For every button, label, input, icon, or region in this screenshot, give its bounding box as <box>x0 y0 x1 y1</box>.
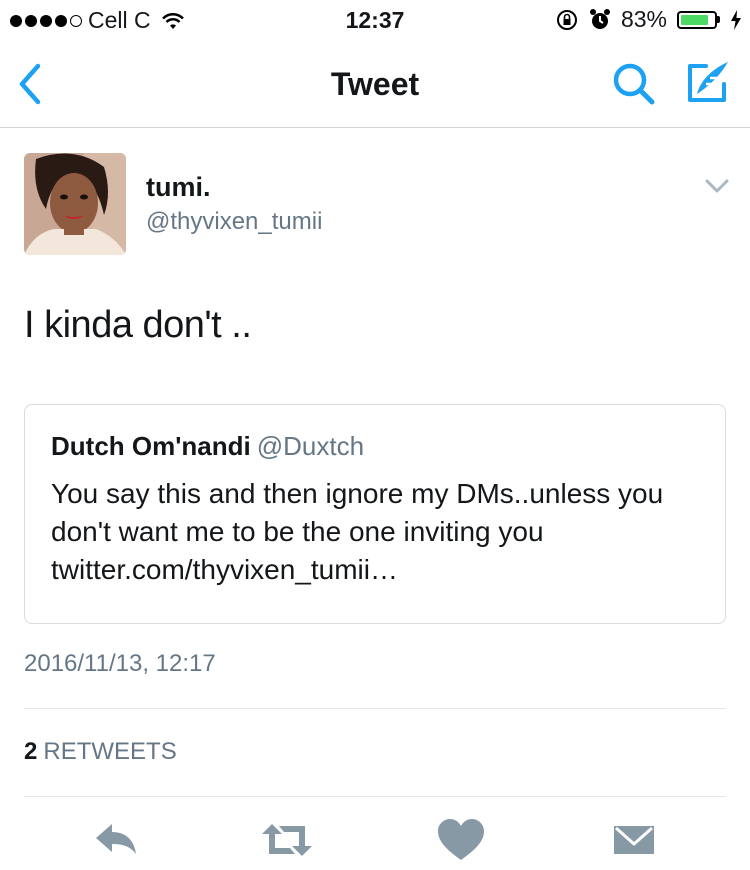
status-right: 83% <box>555 6 742 33</box>
battery-fill <box>681 14 708 25</box>
reply-button[interactable] <box>92 818 142 862</box>
direct-message-button[interactable] <box>612 818 662 862</box>
direct-message-icon <box>614 826 654 854</box>
battery-percent: 83% <box>620 6 667 32</box>
divider <box>24 796 726 797</box>
charging-icon <box>731 9 741 30</box>
divider <box>24 708 726 709</box>
tweet-timestamp: 2016/11/13, 12:17 <box>24 650 216 677</box>
retweet-label: RETWEETS <box>43 738 177 765</box>
like-icon <box>438 819 484 860</box>
retweet-button[interactable] <box>260 818 312 862</box>
avatar[interactable] <box>24 153 126 255</box>
rotation-lock-icon <box>556 9 577 30</box>
compose-icon <box>688 62 728 102</box>
search-icon <box>613 63 655 105</box>
like-button[interactable] <box>436 818 486 862</box>
author-handle[interactable]: @thyvixen_tumii <box>146 208 322 236</box>
tweet-options-button[interactable] <box>704 176 730 196</box>
quoted-tweet-card[interactable]: Dutch Om'nandi @Duxtch You say this and t… <box>24 404 726 624</box>
tweet-text: I kinda don't .. <box>24 304 252 346</box>
status-bar: Cell C 12:37 83% <box>0 0 750 40</box>
chevron-down-icon <box>705 179 729 193</box>
quoted-author-name: Dutch Om'nandi <box>51 431 251 461</box>
quoted-tweet-header: Dutch Om'nandi @Duxtch <box>51 431 364 462</box>
retweet-icon <box>262 824 312 856</box>
quoted-author-handle: @Duxtch <box>256 431 365 461</box>
retweets-stat[interactable]: 2 RETWEETS <box>24 738 177 766</box>
reply-icon <box>96 824 136 854</box>
alarm-icon <box>589 8 610 29</box>
profile-photo <box>24 153 126 255</box>
retweet-count: 2 <box>24 738 38 765</box>
search-button[interactable] <box>610 60 658 108</box>
quoted-tweet-text: You say this and then ignore my DMs..unl… <box>51 478 664 585</box>
compose-button[interactable] <box>682 58 732 108</box>
battery-icon <box>677 10 720 29</box>
nav-bar: Tweet <box>0 40 750 128</box>
author-name[interactable]: tumi. <box>146 172 211 203</box>
